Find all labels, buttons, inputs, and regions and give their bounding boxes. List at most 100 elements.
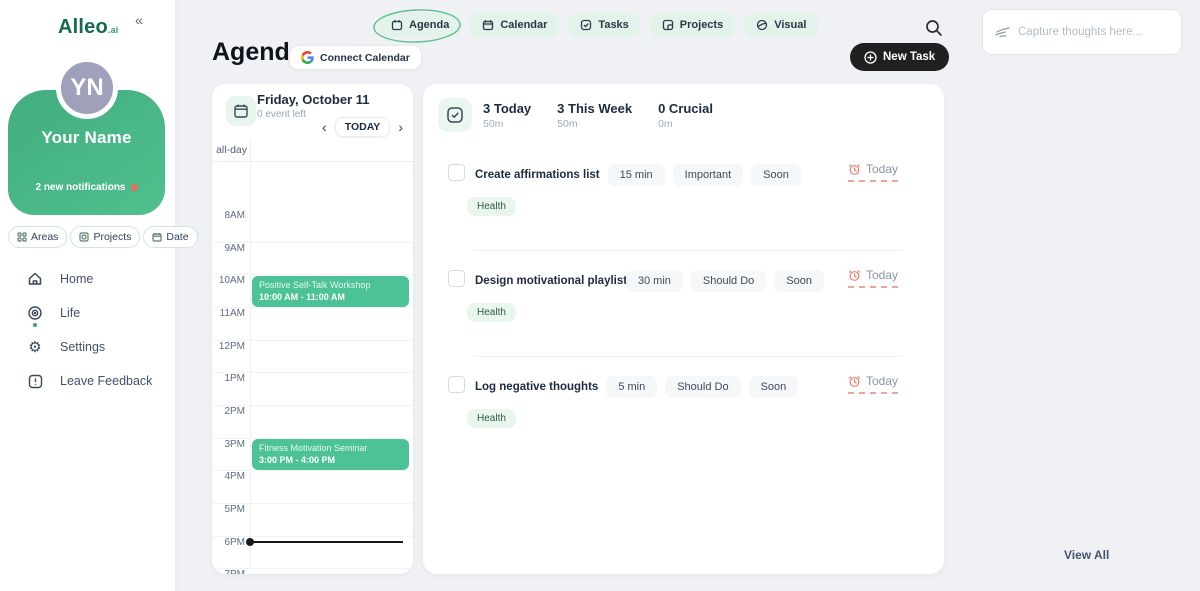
sidebar-item-home[interactable]: Home: [0, 262, 175, 296]
event-time: 3:00 PM - 4:00 PM: [259, 455, 402, 465]
search-icon[interactable]: [924, 18, 944, 38]
hour-label: 2PM: [212, 406, 245, 417]
task-checkbox[interactable]: [448, 270, 465, 287]
visual-icon: [756, 19, 768, 31]
task-priority-pill[interactable]: Should Do: [691, 270, 766, 292]
task-title[interactable]: Create affirmations list: [475, 169, 600, 181]
profile-name: Your Name: [8, 128, 165, 148]
hour-label: 4PM: [212, 471, 245, 482]
today-button[interactable]: TODAY: [335, 117, 391, 137]
nav-label: Life: [60, 306, 80, 320]
sidebar-filter-date[interactable]: Date: [143, 226, 197, 248]
task-urgency-pill[interactable]: Soon: [774, 270, 824, 292]
prev-day-icon[interactable]: ‹: [320, 120, 329, 134]
task-tag-health: Health: [467, 197, 516, 216]
event-time: 10:00 AM - 11:00 AM: [259, 292, 402, 302]
areas-grid-icon: [17, 232, 27, 242]
task-urgency-pill[interactable]: Soon: [751, 164, 801, 186]
target-icon: [27, 305, 43, 321]
google-icon: [301, 51, 314, 64]
alarm-clock-icon: [848, 375, 861, 388]
projects-icon: [79, 232, 89, 242]
due-label: Today: [866, 374, 898, 388]
capture-thoughts-input[interactable]: Capture thoughts here...: [982, 9, 1182, 55]
calendar-icon: [152, 232, 162, 242]
grid-vertical-line: [250, 140, 251, 574]
hour-label: 1PM: [212, 373, 245, 384]
alarm-clock-icon: [848, 269, 861, 282]
task-row: Create affirmations list 15 min Importan…: [423, 158, 944, 234]
calendar-event[interactable]: Fitness Motivation Seminar 3:00 PM - 4:0…: [252, 439, 409, 470]
task-checkbox[interactable]: [448, 164, 465, 181]
tab-label: Agenda: [409, 19, 449, 31]
task-urgency-pill[interactable]: Soon: [749, 376, 799, 398]
all-day-separator: [212, 161, 413, 162]
plus-circle-icon: [864, 51, 877, 64]
tab-label: Tasks: [598, 19, 628, 31]
filter-label: Areas: [31, 231, 58, 243]
stat-value: 0 Crucial: [658, 101, 713, 116]
sidebar-filter-areas[interactable]: Areas: [8, 226, 67, 248]
sidebar-item-leave-feedback[interactable]: Leave Feedback: [0, 364, 175, 398]
task-due-badge[interactable]: Today: [848, 374, 898, 394]
task-due-badge[interactable]: Today: [848, 162, 898, 182]
task-duration-pill[interactable]: 15 min: [608, 164, 665, 186]
connect-calendar-button[interactable]: Connect Calendar: [289, 45, 422, 70]
tasks-panel: 3 Today 50m 3 This Week 50m 0 Crucial 0m…: [423, 84, 944, 574]
nav-label: Home: [60, 272, 93, 286]
tab-label: Calendar: [500, 19, 547, 31]
collapse-sidebar-icon[interactable]: «: [135, 12, 143, 28]
scribble-pen-icon: [995, 26, 1011, 38]
tasks-check-icon: [580, 19, 592, 31]
calendar-event[interactable]: Positive Self-Talk Workshop 10:00 AM - 1…: [252, 276, 409, 307]
sidebar-filter-row: Areas Projects Date: [8, 226, 198, 248]
events-left-text: 0 event left: [257, 109, 306, 120]
tab-projects[interactable]: Projects: [650, 13, 735, 37]
filter-label: Date: [166, 231, 188, 243]
hour-label: 9AM: [212, 243, 245, 254]
task-checkbox[interactable]: [448, 376, 465, 393]
task-stats: 3 Today 50m 3 This Week 50m 0 Crucial 0m: [483, 101, 713, 130]
notifications-text[interactable]: 2 new notifications: [8, 182, 165, 193]
gear-icon: ⚙: [27, 339, 43, 355]
alarm-clock-icon: [848, 163, 861, 176]
time-grid: 8AM 9AM 10AM 11AM 12PM 1PM 2PM 3PM 4PM 5…: [212, 140, 413, 574]
stat-value: 3 Today: [483, 101, 531, 116]
filter-label: Projects: [93, 231, 131, 243]
task-title[interactable]: Log negative thoughts: [475, 381, 598, 393]
capture-placeholder: Capture thoughts here...: [1018, 26, 1142, 38]
tab-tasks[interactable]: Tasks: [568, 13, 640, 37]
tab-agenda[interactable]: Agenda: [379, 13, 461, 37]
task-duration-pill[interactable]: 30 min: [626, 270, 683, 292]
due-label: Today: [866, 162, 898, 176]
home-icon: [27, 271, 43, 287]
current-time-indicator: [250, 541, 403, 543]
all-day-label: all-day: [212, 140, 250, 161]
agenda-calendar-panel: Friday, October 11 0 event left ‹ TODAY …: [212, 84, 413, 574]
tab-calendar[interactable]: Calendar: [470, 13, 559, 37]
sidebar-filter-projects[interactable]: Projects: [70, 226, 140, 248]
event-title: Fitness Motivation Seminar: [259, 443, 402, 453]
stat-sub: 50m: [483, 118, 531, 130]
new-task-button[interactable]: New Task: [850, 43, 949, 71]
task-duration-pill[interactable]: 5 min: [606, 376, 657, 398]
task-due-badge[interactable]: Today: [848, 268, 898, 288]
view-all-link[interactable]: View All: [1064, 548, 1109, 562]
task-tag-health: Health: [467, 303, 516, 322]
task-priority-pill[interactable]: Important: [673, 164, 743, 186]
task-title[interactable]: Design motivational playlist: [475, 275, 618, 287]
calendar-date-title: Friday, October 11: [257, 92, 369, 107]
current-time-dot: [246, 538, 254, 546]
top-nav-tabs: Agenda Calendar Tasks Projects Visual: [379, 13, 818, 37]
task-priority-pill[interactable]: Should Do: [665, 376, 740, 398]
sidebar-item-settings[interactable]: ⚙ Settings: [0, 330, 175, 364]
avatar[interactable]: YN: [56, 57, 118, 119]
next-day-icon[interactable]: ›: [396, 120, 405, 134]
sidebar-item-life[interactable]: Life: [0, 296, 175, 330]
task-tag-health: Health: [467, 409, 516, 428]
hour-label: 11AM: [212, 308, 245, 319]
task-row: Log negative thoughts 5 min Should Do So…: [423, 370, 944, 446]
calendar-icon: [482, 19, 494, 31]
event-title: Positive Self-Talk Workshop: [259, 280, 402, 290]
tab-visual[interactable]: Visual: [744, 13, 818, 37]
